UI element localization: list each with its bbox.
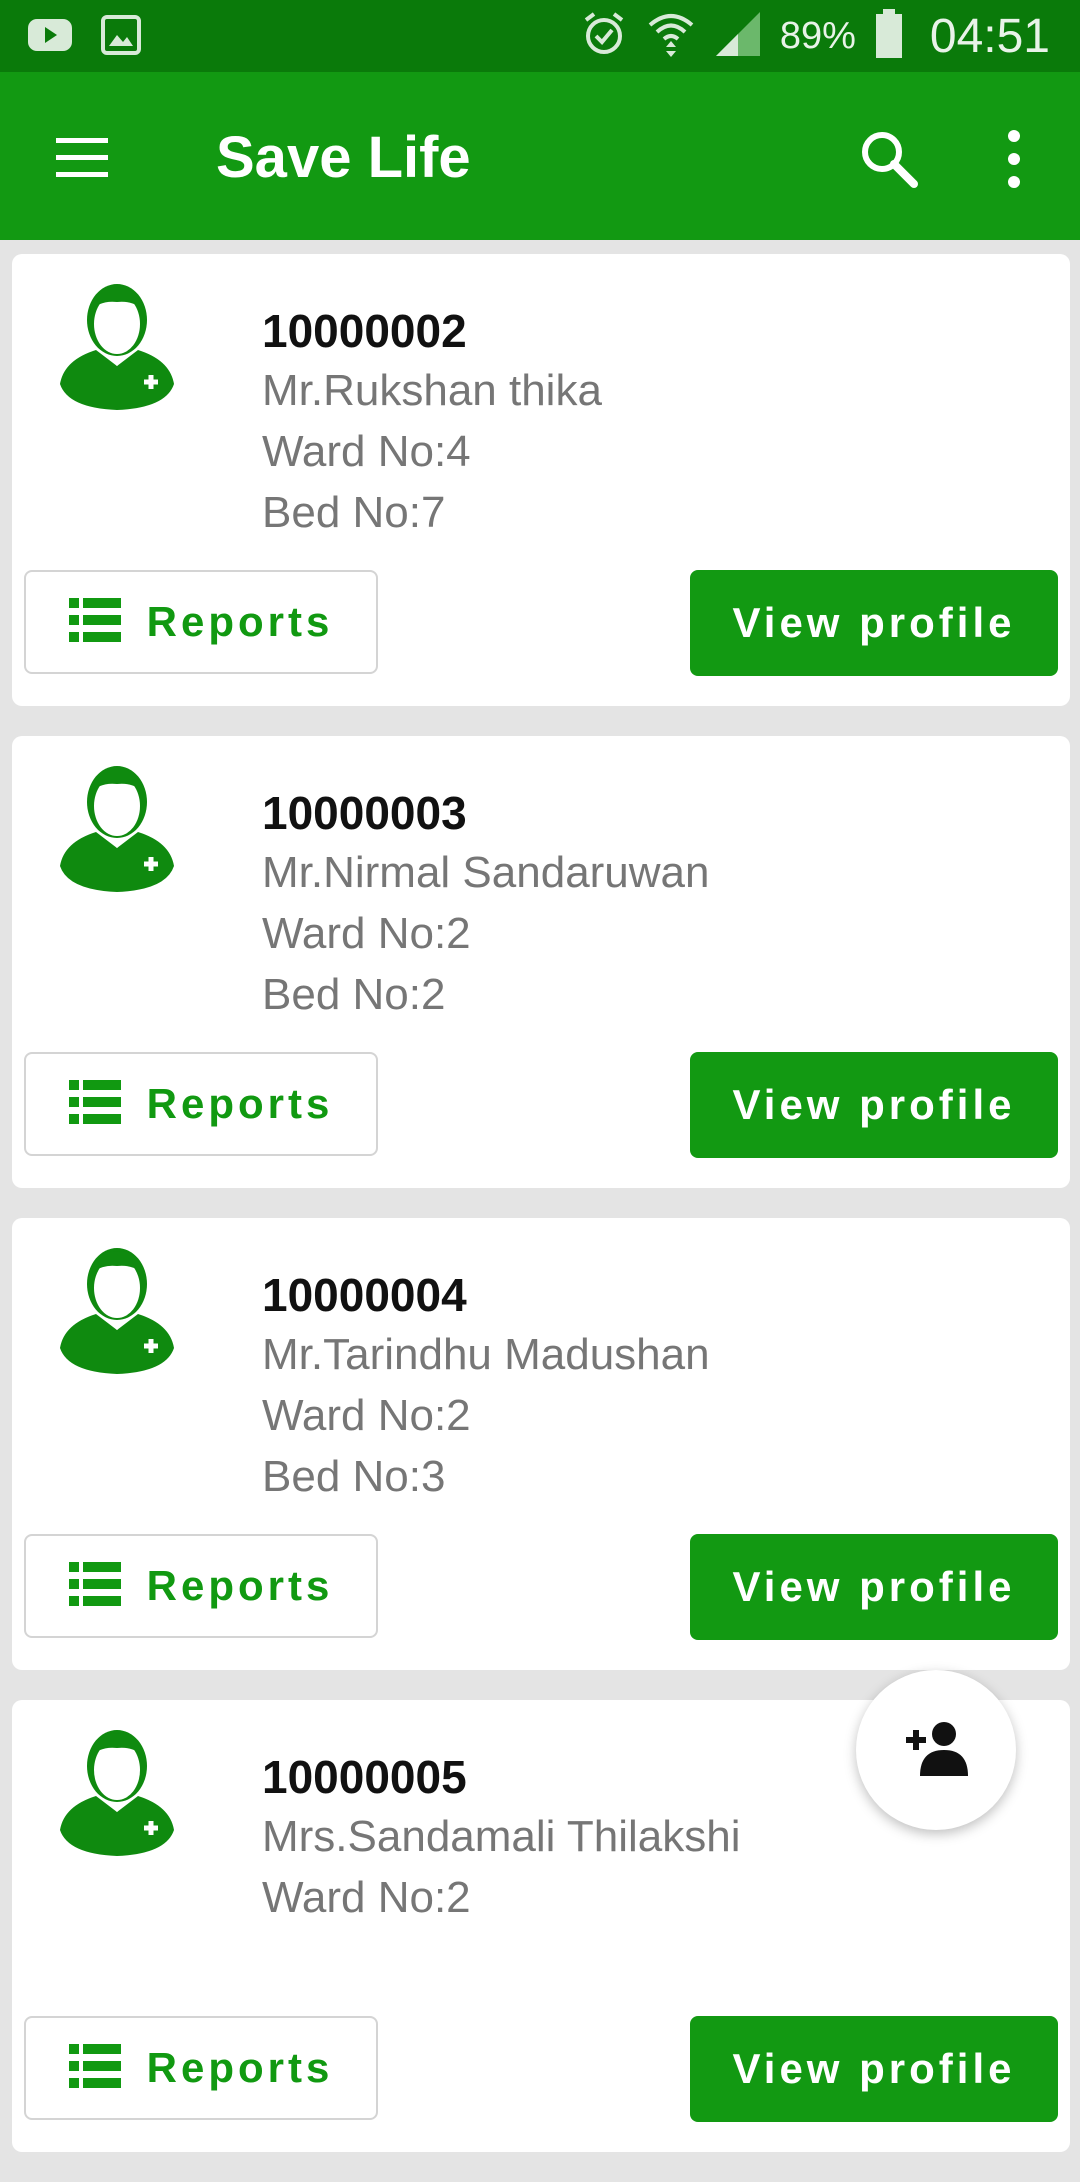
view-profile-button[interactable]: View profile bbox=[690, 1534, 1058, 1640]
status-bar: 89% 04:51 bbox=[0, 0, 1080, 72]
signal-icon bbox=[714, 10, 762, 63]
patient-id: 10000003 bbox=[262, 787, 467, 839]
patient-avatar-icon bbox=[56, 280, 178, 410]
patient-card: 10000004 Mr.Tarindhu Madushan Ward No:2 Bed… bbox=[12, 1218, 1070, 1670]
patient-id: 10000002 bbox=[262, 305, 467, 357]
patient-ward: Ward No:4 bbox=[262, 427, 471, 476]
more-vert-icon bbox=[990, 130, 1038, 198]
reports-button[interactable]: Reports bbox=[24, 2016, 378, 2120]
battery-percent: 89% bbox=[779, 14, 856, 57]
alarm-icon bbox=[580, 10, 628, 63]
patient-name: Mr.Tarindhu Madushan bbox=[262, 1330, 710, 1379]
patient-name: Mr.Rukshan thika bbox=[262, 366, 602, 415]
view-profile-button[interactable]: View profile bbox=[690, 1052, 1058, 1158]
search-button[interactable] bbox=[856, 126, 922, 192]
list-icon bbox=[68, 597, 121, 647]
patient-list: 10000002 Mr.Rukshan thika Ward No:4 Bed No:… bbox=[12, 254, 1070, 2182]
view-profile-button[interactable]: View profile bbox=[690, 2016, 1058, 2122]
patient-bed: Bed No:3 bbox=[262, 1452, 446, 1501]
patient-ward: Ward No:2 bbox=[262, 1391, 471, 1440]
add-patient-fab[interactable] bbox=[856, 1670, 1016, 1830]
view-profile-button[interactable]: View profile bbox=[690, 570, 1058, 676]
wifi-icon bbox=[646, 9, 696, 64]
patient-card: 10000002 Mr.Rukshan thika Ward No:4 Bed No:… bbox=[12, 254, 1070, 706]
list-icon bbox=[68, 1079, 121, 1129]
patient-name: Mr.Nirmal Sandaruwan bbox=[262, 848, 710, 897]
patient-bed: Bed No:7 bbox=[262, 488, 446, 537]
reports-button[interactable]: Reports bbox=[24, 570, 378, 674]
reports-button-label: Reports bbox=[146, 1562, 334, 1609]
clock: 04:51 bbox=[929, 9, 1050, 63]
patient-bed: Bed No:2 bbox=[262, 970, 446, 1019]
patient-avatar-icon bbox=[56, 762, 178, 892]
app-bar: Save Life bbox=[0, 72, 1080, 240]
patient-ward: Ward No:2 bbox=[262, 1873, 471, 1922]
list-icon bbox=[68, 1561, 121, 1611]
patient-avatar-icon bbox=[56, 1726, 178, 1856]
search-icon bbox=[856, 132, 922, 196]
menu-icon bbox=[50, 138, 114, 186]
page-title: Save Life bbox=[216, 125, 471, 190]
patient-card: 10000003 Mr.Nirmal Sandaruwan Ward No:2 Bed… bbox=[12, 736, 1070, 1188]
patient-ward: Ward No:2 bbox=[262, 909, 471, 958]
reports-button-label: Reports bbox=[146, 1080, 334, 1127]
reports-button-label: Reports bbox=[146, 598, 334, 645]
battery-icon bbox=[874, 8, 904, 64]
gallery-icon bbox=[100, 14, 142, 61]
patient-name: Mrs.Sandamali Thilakshi bbox=[262, 1812, 741, 1861]
reports-button[interactable]: Reports bbox=[24, 1052, 378, 1156]
reports-button-label: Reports bbox=[146, 2044, 334, 2091]
patient-id: 10000005 bbox=[262, 1751, 467, 1803]
patient-avatar-icon bbox=[56, 1244, 178, 1374]
more-options-button[interactable] bbox=[990, 124, 1038, 194]
list-icon bbox=[68, 2043, 121, 2093]
youtube-icon bbox=[26, 15, 74, 60]
patient-id: 10000004 bbox=[262, 1269, 467, 1321]
menu-button[interactable] bbox=[50, 134, 114, 182]
reports-button[interactable]: Reports bbox=[24, 1534, 378, 1638]
add-person-icon bbox=[900, 1718, 972, 1783]
